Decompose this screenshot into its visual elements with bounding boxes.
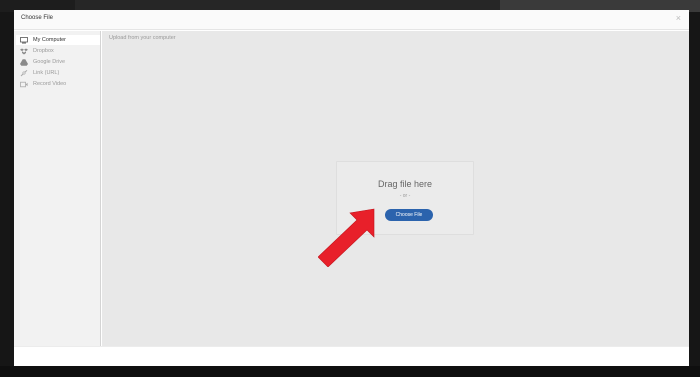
sidebar-item-label: My Computer: [33, 37, 67, 43]
upload-panel: Upload from your computer Drag file here…: [102, 31, 689, 346]
computer-icon: [20, 36, 28, 44]
sidebar-item-google-drive[interactable]: Google Drive: [16, 57, 100, 67]
sidebar-item-label: Dropbox: [33, 48, 54, 54]
google-drive-icon: [20, 58, 28, 66]
upload-caption: Upload from your computer: [109, 35, 176, 41]
sidebar-item-record-video[interactable]: Record Video: [16, 79, 100, 89]
sidebar-item-label: Record Video: [33, 81, 67, 87]
sidebar-item-label: Link (URL): [33, 70, 60, 76]
sidebar-item-label: Google Drive: [33, 59, 66, 65]
drag-file-text: Drag file here: [377, 179, 433, 189]
background-bottom: [0, 366, 700, 377]
dialog-footer: [14, 346, 689, 366]
link-icon: [20, 69, 28, 77]
dialog-title: Choose File: [21, 15, 54, 21]
file-picker-dialog: Choose File × My Computer Dropbox Google…: [14, 10, 689, 366]
sidebar-item-link-url[interactable]: Link (URL): [16, 68, 100, 78]
choose-file-button[interactable]: Choose File: [385, 209, 433, 221]
or-separator: - or -: [399, 193, 411, 199]
video-camera-icon: [20, 81, 28, 88]
close-icon[interactable]: ×: [676, 13, 681, 23]
dialog-header: Choose File ×: [14, 10, 689, 30]
sidebar-item-my-computer[interactable]: My Computer: [16, 35, 100, 45]
red-arrow-icon: [318, 208, 375, 267]
sidebar-item-dropbox[interactable]: Dropbox: [16, 46, 100, 56]
dropbox-icon: [20, 48, 28, 55]
source-sidebar: My Computer Dropbox Google Drive Link (U…: [14, 31, 101, 346]
